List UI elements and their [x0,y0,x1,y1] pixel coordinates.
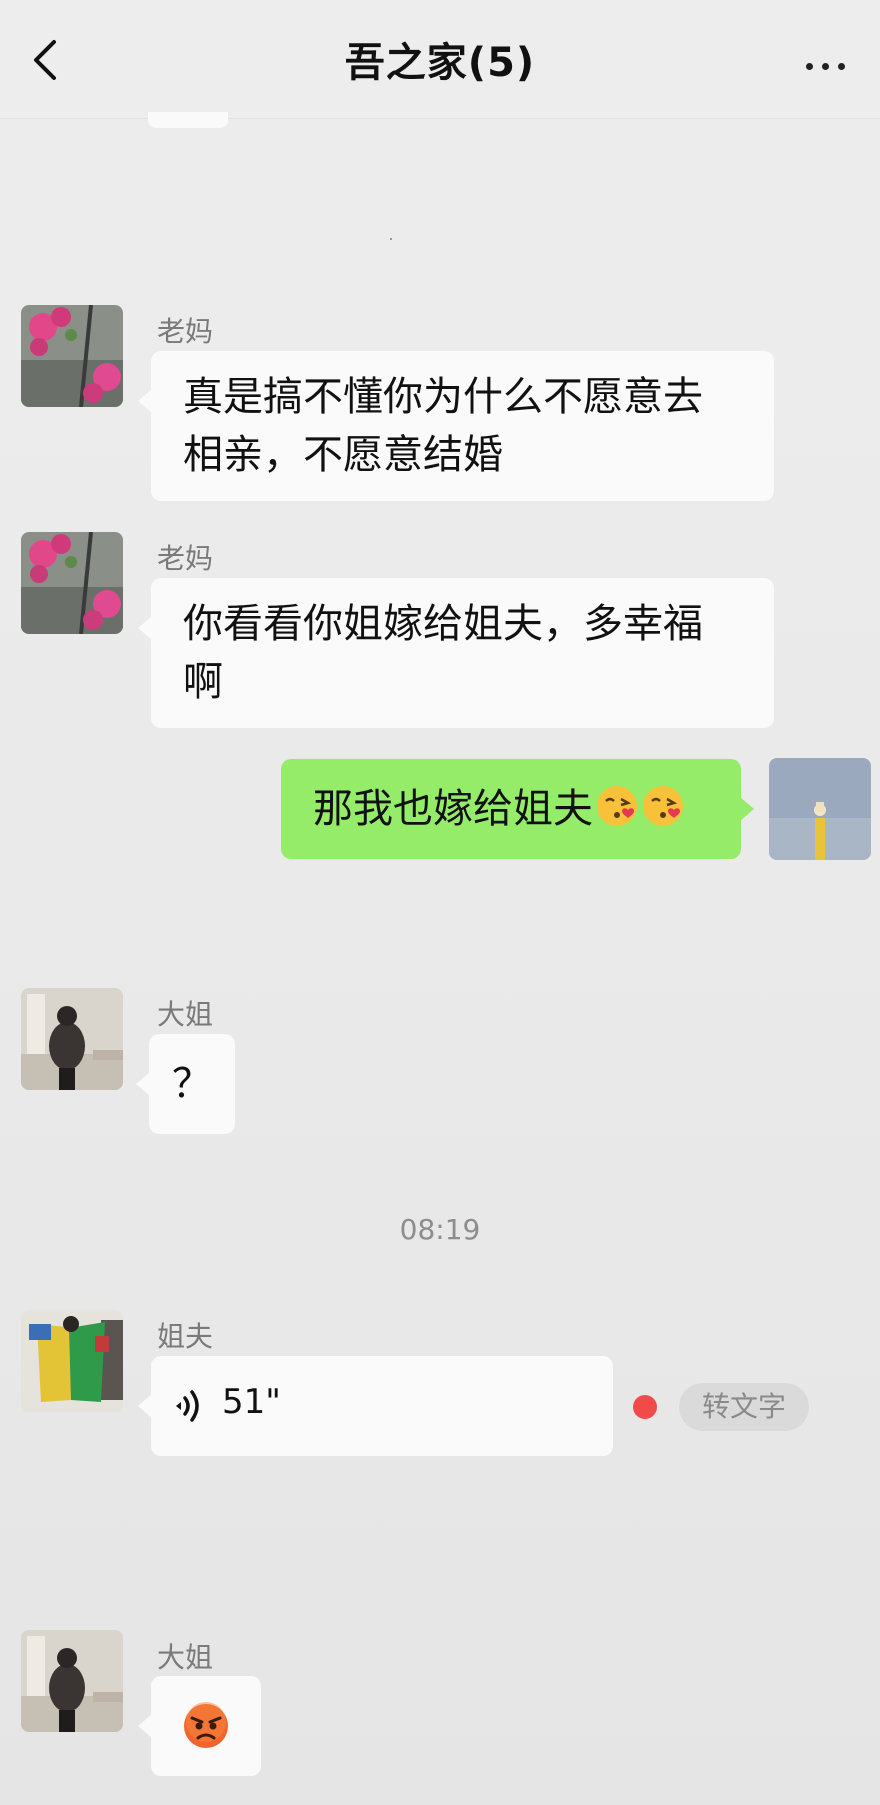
message-bubble[interactable]: ？ [136,1034,235,1134]
voice-wave-icon [176,1390,199,1422]
avatar-mom[interactable] [21,532,123,634]
message-text-line: 啊 [183,659,223,705]
message-bubble[interactable] [138,1676,261,1776]
convert-to-text-button[interactable]: 转文字 [679,1383,809,1431]
divider-dot [390,238,392,240]
sender-name: 大姐 [157,1641,214,1674]
angry-face-emoji-icon [184,1702,228,1748]
message-bubble[interactable]: 你看看你姐嫁给姐夫，多幸福 啊 [138,578,774,728]
kissing-heart-emoji-icon [643,786,683,826]
message-text-line: 真是搞不懂你为什么不愿意去 [183,374,703,420]
sender-name: 姐夫 [157,1320,214,1353]
unread-indicator [633,1395,657,1419]
message-text-line: 相亲，不愿意结婚 [183,432,503,478]
avatar-big-sister[interactable] [21,1630,123,1732]
more-options-icon[interactable] [806,55,854,70]
kissing-heart-emoji-icon [597,786,637,826]
voice-duration: 51" [222,1382,281,1422]
sender-name: 老妈 [157,315,214,348]
sent-message-bubble[interactable]: 那我也嫁给姐夫 [281,759,754,859]
voice-message-bubble[interactable] [138,1356,613,1456]
timestamp: 08:19 [399,1213,481,1246]
sender-name: 大姐 [157,998,214,1031]
avatar-mom[interactable] [21,305,123,407]
avatar-big-sister[interactable] [21,988,123,1090]
avatar-brother-in-law[interactable] [21,1310,123,1412]
message-text: 那我也嫁给姐夫 [313,786,593,832]
sender-name: 老妈 [157,542,214,575]
message-text: ？ [172,1061,212,1107]
top-bar: 吾之家(5) [0,0,880,119]
avatar-self[interactable] [769,758,871,860]
message-bubble[interactable]: 真是搞不懂你为什么不愿意去 相亲，不愿意结婚 [138,351,774,501]
previous-message-stub [148,112,228,128]
chat-title: 吾之家(5) [344,40,536,86]
message-text-line: 你看看你姐嫁给姐夫，多幸福 [183,601,703,647]
